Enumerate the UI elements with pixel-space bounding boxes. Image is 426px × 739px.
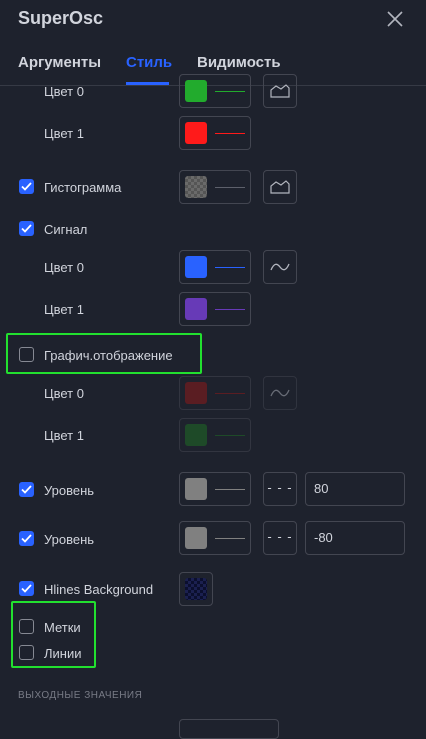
level2-label: Уровень (44, 532, 95, 547)
graph-checkbox[interactable] (19, 347, 34, 362)
level1-color-swatch[interactable] (179, 472, 251, 506)
graph-color0-swatch[interactable] (179, 376, 251, 410)
color0-swatch[interactable] (179, 74, 251, 108)
lines-label: Линии (44, 646, 82, 661)
color0-label: Цвет 0 (44, 84, 84, 99)
signal-color1-swatch[interactable] (179, 292, 251, 326)
output-values-section-header: ВЫХОДНЫЕ ЗНАЧЕНИЯ (18, 690, 143, 701)
dialog-title: SuperOsc (18, 8, 104, 28)
hlines-color-swatch[interactable] (179, 572, 213, 606)
level2-value-input[interactable]: -80 (305, 521, 405, 555)
level1-line-dashes-icon[interactable]: - - - (263, 472, 297, 506)
tab-style[interactable]: Стиль (126, 54, 172, 71)
signal-color1-label: Цвет 1 (44, 302, 84, 317)
marks-checkbox[interactable] (19, 619, 34, 634)
output-value-field[interactable] (179, 719, 279, 739)
level2-color-swatch[interactable] (179, 521, 251, 555)
plot-style-area-icon[interactable] (263, 74, 297, 108)
level2-line-dashes-icon[interactable]: - - - (263, 521, 297, 555)
graph-label: Графич.отображение (44, 348, 173, 363)
hlines-label: Hlines Background (44, 582, 154, 597)
hlines-checkbox[interactable] (19, 581, 34, 596)
histogram-label: Гистограмма (44, 180, 122, 195)
signal-color0-label: Цвет 0 (44, 260, 84, 275)
graph-color1-label: Цвет 1 (44, 428, 84, 443)
tab-arguments[interactable]: Аргументы (18, 54, 101, 71)
lines-checkbox[interactable] (19, 645, 34, 660)
level1-value-input[interactable]: 80 (305, 472, 405, 506)
marks-label: Метки (44, 620, 81, 635)
color1-label: Цвет 1 (44, 126, 84, 141)
line-style-icon[interactable] (263, 250, 297, 284)
level2-checkbox[interactable] (19, 531, 34, 546)
tab-visibility[interactable]: Видимость (197, 54, 281, 71)
color1-swatch[interactable] (179, 116, 251, 150)
signal-color0-swatch[interactable] (179, 250, 251, 284)
signal-label: Сигнал (44, 222, 88, 237)
graph-color0-label: Цвет 0 (44, 386, 84, 401)
level1-checkbox[interactable] (19, 482, 34, 497)
signal-checkbox[interactable] (19, 221, 34, 236)
graph-color1-swatch[interactable] (179, 418, 251, 452)
level1-label: Уровень (44, 483, 95, 498)
histogram-checkbox[interactable] (19, 179, 34, 194)
graph-line-style-icon[interactable] (263, 376, 297, 410)
close-icon[interactable] (386, 10, 404, 28)
histogram-plot-style-icon[interactable] (263, 170, 297, 204)
histogram-color-swatch[interactable] (179, 170, 251, 204)
